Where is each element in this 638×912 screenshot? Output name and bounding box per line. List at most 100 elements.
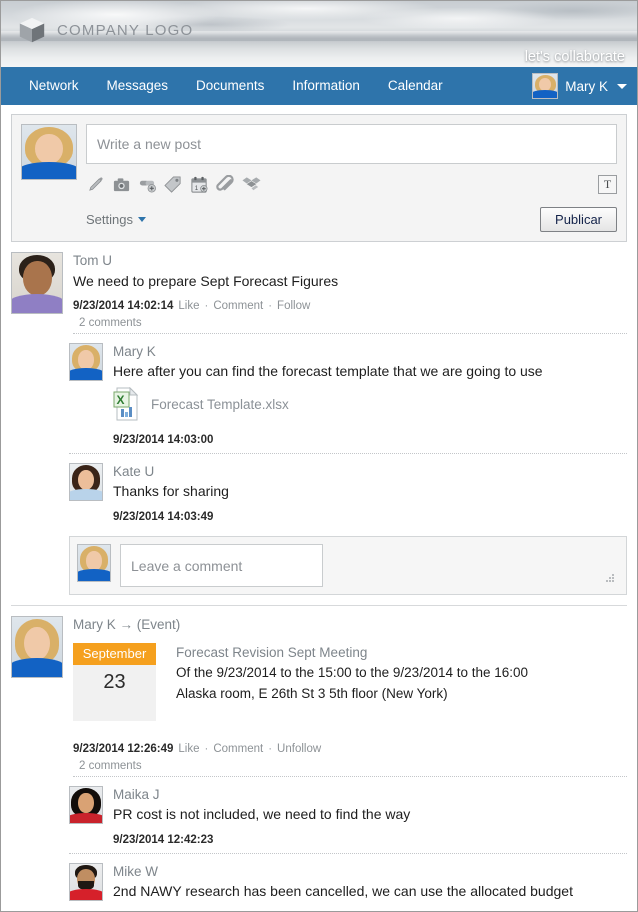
nav-item-network[interactable]: Network: [15, 67, 93, 105]
event-month: September: [73, 643, 156, 665]
attachment-name[interactable]: Forecast Template.xlsx: [151, 397, 289, 412]
activity-feed: Tom U We need to prepare Sept Forecast F…: [1, 242, 637, 911]
comment-item: Kate U Thanks for sharing 9/23/2014 14:0…: [69, 453, 627, 530]
svg-text:X: X: [117, 393, 125, 407]
separator-dot: ·: [268, 743, 273, 755]
nav-item-information[interactable]: Information: [278, 67, 374, 105]
nav-item-calendar[interactable]: Calendar: [374, 67, 457, 105]
leave-comment-box: [69, 536, 627, 595]
avatar: [69, 786, 103, 824]
header-banner: COMPANY LOGO let's collaborate: [1, 1, 637, 67]
post-timestamp: 9/23/2014 14:02:14: [73, 300, 174, 312]
post-like-link[interactable]: Like: [178, 300, 199, 312]
comment-list: Maika J PR cost is not included, we need…: [11, 777, 627, 911]
pen-icon[interactable]: [86, 175, 105, 194]
nav-item-messages[interactable]: Messages: [93, 67, 183, 105]
post-header: Tom U We need to prepare Sept Forecast F…: [11, 252, 627, 334]
camera-icon[interactable]: [112, 175, 131, 194]
post-comment-link[interactable]: Comment: [213, 300, 263, 312]
comment-author[interactable]: Mike W: [113, 863, 627, 881]
event-title[interactable]: Forecast Revision Sept Meeting: [176, 643, 627, 662]
nav-item-documents[interactable]: Documents: [182, 67, 278, 105]
comment-author[interactable]: Maika J: [113, 786, 627, 804]
post-meta: 9/23/2014 14:02:14 Like · Comment · Foll…: [73, 300, 627, 312]
post-author[interactable]: Mary K → (Event): [73, 616, 627, 634]
comment-timestamp: 9/23/2014 14:03:00: [113, 434, 214, 446]
event-when: Of the 9/23/2014 to the 15:00 to the 9/2…: [176, 665, 529, 680]
svg-text:1: 1: [195, 184, 199, 191]
post-header: Mary K → (Event) September 23 Forecast R…: [11, 616, 627, 777]
comment-list: Mary K Here after you can find the forec…: [11, 334, 627, 595]
user-menu-label: Mary K: [565, 78, 608, 94]
divider: [73, 776, 627, 777]
post-comments-count[interactable]: 2 comments: [79, 760, 627, 772]
separator-dot: ·: [204, 743, 209, 755]
dropbox-icon[interactable]: [242, 175, 261, 194]
post-comments-count[interactable]: 2 comments: [79, 317, 627, 329]
tag-icon[interactable]: [164, 175, 183, 194]
comment-attachment[interactable]: X Forecast Template.xlsx: [113, 384, 627, 424]
paperclip-icon[interactable]: [216, 174, 235, 194]
event-details: Forecast Revision Sept Meeting Of the 9/…: [176, 643, 627, 721]
link-add-icon[interactable]: [138, 175, 157, 194]
comment-text: Here after you can find the forecast tem…: [113, 363, 543, 379]
separator-dot: ·: [204, 300, 209, 312]
post-author[interactable]: Tom U: [73, 252, 627, 270]
comment-item: Maika J PR cost is not included, we need…: [69, 777, 627, 853]
post-text: We need to prepare Sept Forecast Figures: [73, 273, 339, 289]
company-logo-text: COMPANY LOGO: [57, 21, 194, 39]
user-menu[interactable]: Mary K: [532, 67, 627, 105]
cube-logo-icon: [19, 17, 45, 43]
composer-body: 1 T Settings: [86, 124, 617, 232]
post-meta: 9/23/2014 12:26:49 Like · Comment · Unfo…: [73, 743, 627, 755]
new-post-input[interactable]: [86, 124, 617, 164]
publish-button[interactable]: Publicar: [540, 207, 617, 232]
comment-content: Mike W 2nd NAWY research has been cancel…: [113, 863, 627, 911]
calendar-add-icon[interactable]: 1: [190, 175, 209, 194]
avatar: [11, 616, 63, 678]
divider: [73, 333, 627, 334]
post-content: Mary K → (Event) September 23 Forecast R…: [73, 616, 627, 777]
header-tagline: let's collaborate: [524, 49, 625, 65]
avatar: [69, 343, 103, 381]
composer-footer: Settings Publicar: [86, 207, 617, 232]
separator-dot: ·: [268, 300, 273, 312]
resize-grip-icon: [606, 574, 614, 582]
avatar: [77, 544, 111, 582]
post-content: Tom U We need to prepare Sept Forecast F…: [73, 252, 627, 334]
event-date-box: September 23: [73, 643, 156, 721]
avatar: [69, 863, 103, 901]
event-card: September 23 Forecast Revision Sept Meet…: [73, 643, 627, 721]
feed-post: Mary K → (Event) September 23 Forecast R…: [11, 605, 627, 911]
post-unfollow-link[interactable]: Unfollow: [277, 743, 321, 755]
main-navigation: Network Messages Documents Information C…: [1, 67, 637, 105]
comment-timestamp: 9/23/2014 14:03:49: [113, 511, 214, 523]
comment-author[interactable]: Mary K: [113, 343, 627, 361]
post-comment-link[interactable]: Comment: [213, 743, 263, 755]
chevron-down-icon: [617, 83, 627, 89]
company-logo[interactable]: COMPANY LOGO: [17, 15, 193, 45]
post-composer: 1 T Settings: [11, 114, 627, 242]
comment-text: 2nd NAWY research has been cancelled, we…: [113, 883, 573, 899]
comment-item: Mike W 2nd NAWY research has been cancel…: [69, 853, 627, 911]
chevron-down-icon: [137, 217, 146, 222]
composer-toolbar: 1 T: [86, 173, 617, 195]
post-like-link[interactable]: Like: [178, 743, 199, 755]
event-where: Alaska room, E 26th St 3 5th floor (New …: [176, 686, 448, 701]
comment-content: Mary K Here after you can find the forec…: [113, 343, 627, 446]
post-follow-link[interactable]: Follow: [277, 300, 310, 312]
comment-item: Mary K Here after you can find the forec…: [69, 334, 627, 453]
post-timestamp: 9/23/2014 12:26:49: [73, 743, 174, 755]
comment-content: Kate U Thanks for sharing 9/23/2014 14:0…: [113, 463, 627, 523]
leave-comment-wrap: [120, 544, 619, 587]
composer-settings-button[interactable]: Settings: [86, 212, 146, 227]
comment-author[interactable]: Kate U: [113, 463, 627, 481]
avatar: [11, 252, 63, 314]
avatar: [532, 73, 559, 99]
leave-comment-input[interactable]: [120, 544, 323, 587]
comment-content: Maika J PR cost is not included, we need…: [113, 786, 627, 846]
text-format-button[interactable]: T: [598, 174, 617, 194]
event-day: 23: [103, 671, 126, 693]
comment-text: PR cost is not included, we need to find…: [113, 806, 411, 822]
app-window: COMPANY LOGO let's collaborate Network M…: [0, 0, 638, 912]
